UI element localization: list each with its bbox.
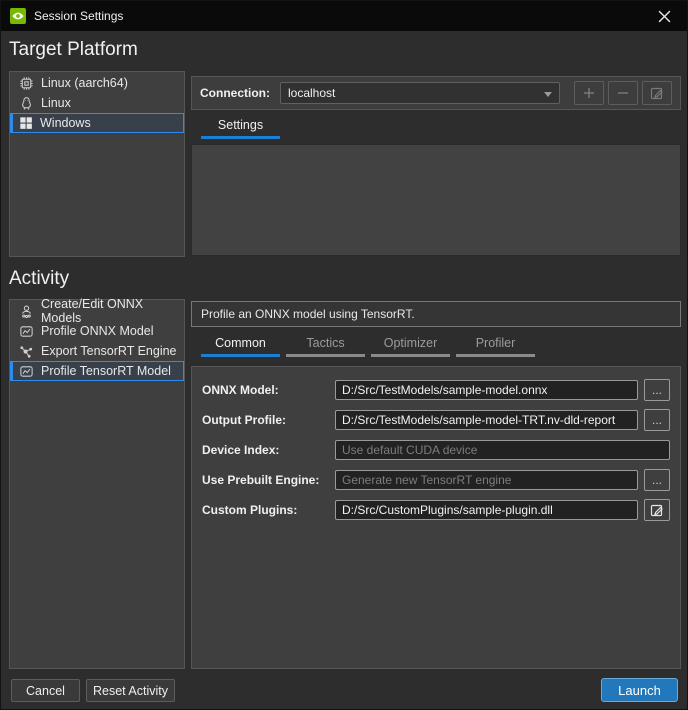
title-bar: Session Settings xyxy=(1,1,687,31)
tab-settings[interactable]: Settings xyxy=(201,115,280,139)
output-profile-browse-button[interactable]: ... xyxy=(644,409,670,431)
close-button[interactable] xyxy=(647,1,681,31)
output-profile-input[interactable] xyxy=(335,410,638,430)
edit-connection-button[interactable] xyxy=(642,81,672,105)
tab-profiler-label: Profiler xyxy=(476,336,516,350)
use-prebuilt-engine-label: Use Prebuilt Engine: xyxy=(202,473,335,487)
activity-heading: Activity xyxy=(9,268,69,290)
platform-list: Linux (aarch64) Linux Windows xyxy=(9,71,185,257)
use-prebuilt-engine-field-row: Use Prebuilt Engine: ... xyxy=(202,469,670,491)
custom-plugins-field-row: Custom Plugins: xyxy=(202,499,670,521)
use-prebuilt-engine-browse-button[interactable]: ... xyxy=(644,469,670,491)
platform-item-windows[interactable]: Windows xyxy=(10,113,184,133)
custom-plugins-edit-button[interactable] xyxy=(644,499,670,521)
platform-item-linux[interactable]: Linux xyxy=(10,93,184,113)
nvidia-logo-icon xyxy=(10,8,26,24)
custom-plugins-input[interactable] xyxy=(335,500,638,520)
tab-tactics[interactable]: Tactics xyxy=(286,333,365,357)
launch-button[interactable]: Launch xyxy=(601,678,678,702)
activity-item-export-tensorrt-engine[interactable]: Export TensorRT Engine xyxy=(10,341,184,361)
connection-select[interactable]: localhost xyxy=(280,82,560,104)
target-platform-heading: Target Platform xyxy=(9,39,138,61)
linux-penguin-icon xyxy=(19,96,34,111)
plus-icon xyxy=(582,86,596,100)
platform-item-label: Windows xyxy=(40,116,91,130)
tab-optimizer[interactable]: Optimizer xyxy=(371,333,450,357)
platform-item-label: Linux (aarch64) xyxy=(41,76,128,90)
onnx-model-browse-button[interactable]: ... xyxy=(644,379,670,401)
activity-item-label: Profile ONNX Model xyxy=(41,324,154,338)
edit-icon xyxy=(650,86,664,100)
onnx-model-label: ONNX Model: xyxy=(202,383,335,397)
window-title: Session Settings xyxy=(34,9,123,23)
minus-icon xyxy=(616,86,630,100)
connection-panel: Connection: localhost xyxy=(191,76,681,110)
activity-description: Profile an ONNX model using TensorRT. xyxy=(191,301,681,327)
activity-list: Create/Edit ONNX Models Profile ONNX Mod… xyxy=(9,299,185,669)
session-settings-dialog: Session Settings Target Platform Linux (… xyxy=(0,0,688,710)
tab-common[interactable]: Common xyxy=(201,333,280,357)
output-profile-field-row: Output Profile: ... xyxy=(202,409,670,431)
tab-settings-label: Settings xyxy=(218,118,263,132)
platform-tabs: Settings xyxy=(191,115,681,139)
tab-inactive-underline xyxy=(371,354,450,357)
tab-active-underline xyxy=(201,136,280,139)
onnx-model-field-row: ONNX Model: ... xyxy=(202,379,670,401)
tab-optimizer-label: Optimizer xyxy=(384,336,437,350)
platform-item-linux-aarch64[interactable]: Linux (aarch64) xyxy=(10,73,184,93)
onnx-model-input[interactable] xyxy=(335,380,638,400)
activity-item-create-edit-onnx-models[interactable]: Create/Edit ONNX Models xyxy=(10,301,184,321)
cancel-button[interactable]: Cancel xyxy=(11,679,80,702)
tab-common-label: Common xyxy=(215,336,266,350)
remove-connection-button[interactable] xyxy=(608,81,638,105)
device-index-input[interactable] xyxy=(335,440,670,460)
activity-description-text: Profile an ONNX model using TensorRT. xyxy=(201,307,415,321)
chip-icon xyxy=(19,76,34,91)
add-connection-button[interactable] xyxy=(574,81,604,105)
profile-chart-icon xyxy=(19,364,34,379)
chevron-down-icon xyxy=(544,92,552,97)
device-index-label: Device Index: xyxy=(202,443,335,457)
platform-item-label: Linux xyxy=(41,96,71,110)
settings-panel xyxy=(191,144,681,256)
edit-icon xyxy=(650,503,664,517)
tab-active-underline xyxy=(201,354,280,357)
windows-logo-icon xyxy=(19,116,33,130)
activity-tabs: Common Tactics Optimizer Profiler xyxy=(191,333,681,357)
output-profile-label: Output Profile: xyxy=(202,413,335,427)
tab-inactive-underline xyxy=(286,354,365,357)
connection-value: localhost xyxy=(288,86,335,100)
close-icon xyxy=(658,10,671,23)
activity-item-label: Export TensorRT Engine xyxy=(41,344,177,358)
custom-plugins-label: Custom Plugins: xyxy=(202,503,335,517)
person-graph-icon xyxy=(19,304,34,319)
use-prebuilt-engine-input[interactable] xyxy=(335,470,638,490)
connection-label: Connection: xyxy=(200,86,270,100)
network-graph-icon xyxy=(19,344,34,359)
device-index-field-row: Device Index: xyxy=(202,439,670,461)
activity-form-panel: ONNX Model: ... Output Profile: ... Devi… xyxy=(191,366,681,669)
activity-item-profile-tensorrt-model[interactable]: Profile TensorRT Model xyxy=(10,361,184,381)
activity-item-label: Profile TensorRT Model xyxy=(41,364,171,378)
tab-inactive-underline xyxy=(456,354,535,357)
profile-chart-icon xyxy=(19,324,34,339)
tab-tactics-label: Tactics xyxy=(306,336,344,350)
reset-activity-button[interactable]: Reset Activity xyxy=(86,679,175,702)
activity-item-label: Create/Edit ONNX Models xyxy=(41,297,183,325)
tab-profiler[interactable]: Profiler xyxy=(456,333,535,357)
